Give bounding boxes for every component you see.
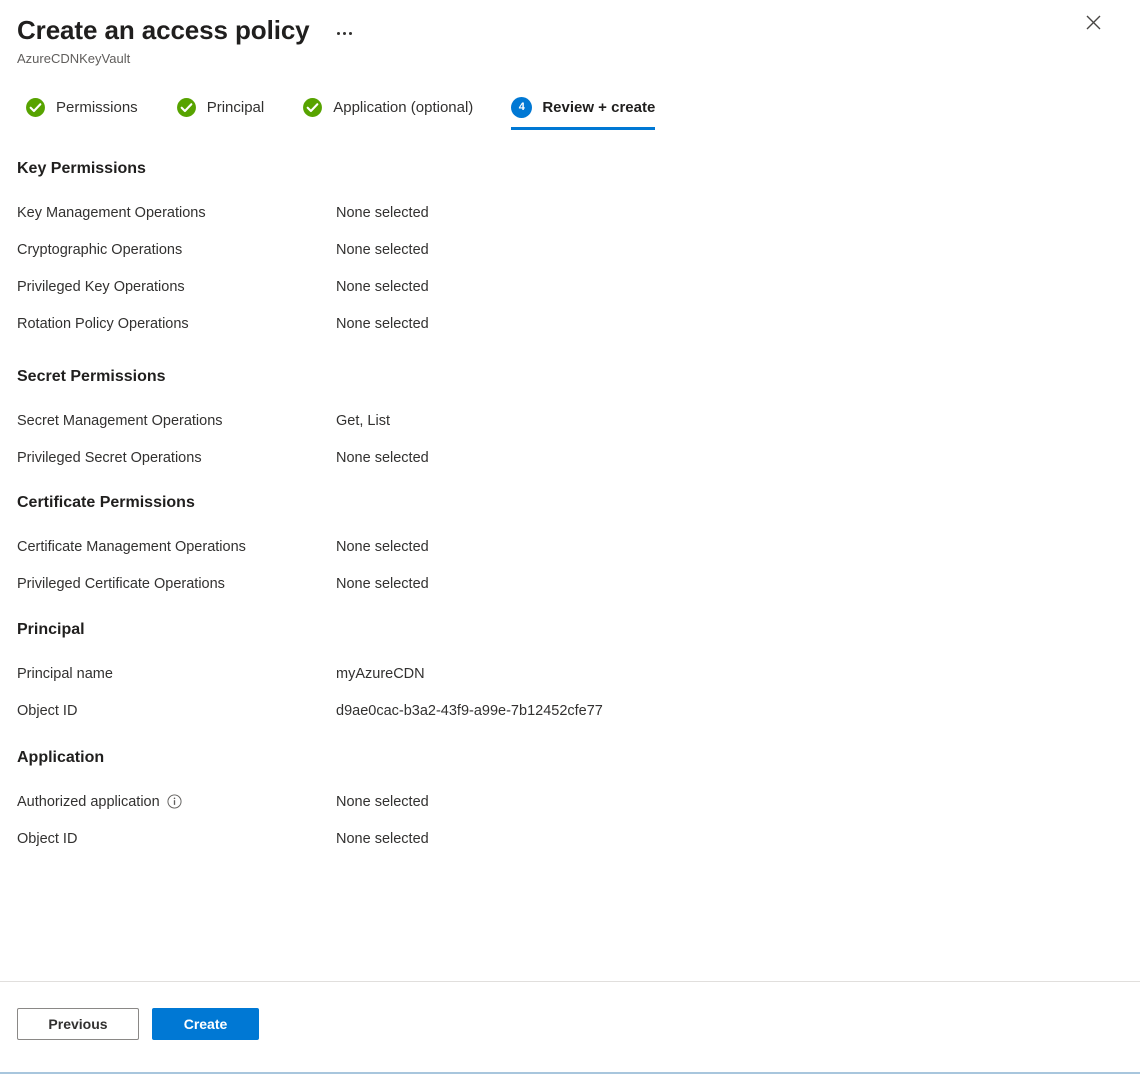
blade-subtitle: AzureCDNKeyVault — [17, 51, 131, 66]
tab-application[interactable]: Application (optional) — [298, 93, 489, 130]
summary-row: Cryptographic Operations None selected — [0, 231, 1140, 268]
row-label: Certificate Management Operations — [17, 538, 246, 555]
summary-row: Authorized application None selected — [0, 783, 1140, 820]
row-value: None selected — [336, 830, 429, 847]
row-value: None selected — [336, 575, 429, 592]
tab-review-create[interactable]: 4 Review + create — [507, 93, 671, 130]
row-label: Rotation Policy Operations — [17, 315, 189, 332]
tab-label: Principal — [206, 98, 265, 116]
row-label: Privileged Secret Operations — [17, 449, 202, 466]
section-heading: Secret Permissions — [17, 368, 166, 385]
review-content: Key Permissions Key Management Operation… — [0, 158, 1140, 857]
row-value: myAzureCDN — [336, 665, 425, 682]
section-certificate-permissions: Certificate Permissions Certificate Mana… — [0, 492, 1140, 602]
section-rows: Principal name myAzureCDN Object ID d9ae… — [0, 655, 1140, 729]
dot — [349, 31, 353, 35]
check-circle-icon — [26, 98, 45, 117]
tab-label: Permissions — [56, 98, 138, 116]
row-value: Get, List — [336, 412, 390, 429]
section-heading: Application — [17, 749, 105, 766]
summary-row: Certificate Management Operations None s… — [0, 528, 1140, 565]
section-heading: Principal — [17, 621, 85, 638]
row-label: Secret Management Operations — [17, 412, 223, 429]
close-icon[interactable] — [1079, 8, 1107, 36]
row-label: Key Management Operations — [17, 204, 206, 221]
row-value: None selected — [336, 538, 429, 555]
summary-row: Principal name myAzureCDN — [0, 655, 1140, 692]
summary-row: Privileged Certificate Operations None s… — [0, 565, 1140, 602]
row-label: Privileged Key Operations — [17, 278, 185, 295]
footer-actions: Previous Create — [0, 982, 1140, 1040]
step-number-badge: 4 — [511, 97, 533, 118]
section-rows: Authorized application None selected Obj… — [0, 783, 1140, 857]
section-key-permissions: Key Permissions Key Management Operation… — [0, 158, 1140, 342]
row-value: None selected — [336, 315, 429, 332]
wizard-tabs: Permissions Principal Application (optio… — [0, 93, 1140, 130]
summary-row: Secret Management Operations Get, List — [0, 402, 1140, 439]
tab-label: Review + create — [542, 98, 656, 116]
row-label: Authorized application — [0, 792, 336, 812]
page-title: Create an access policy — [17, 15, 310, 45]
row-label: Cryptographic Operations — [17, 241, 183, 258]
info-icon[interactable] — [167, 794, 182, 809]
more-options-icon[interactable] — [330, 20, 360, 46]
row-value: None selected — [336, 793, 429, 810]
create-access-policy-blade: Create an access policy AzureCDNKeyVault… — [0, 0, 1140, 1074]
row-value-object-id: d9ae0cac-b3a2-43f9-a99e-7b12452cfe77 — [336, 702, 603, 719]
row-value: None selected — [336, 449, 429, 466]
tab-permissions[interactable]: Permissions — [21, 93, 154, 130]
row-value: None selected — [336, 204, 429, 221]
create-button[interactable]: Create — [152, 1008, 259, 1040]
summary-row: Object ID d9ae0cac-b3a2-43f9-a99e-7b1245… — [0, 692, 1140, 729]
section-rows: Certificate Management Operations None s… — [0, 528, 1140, 602]
section-rows: Secret Management Operations Get, List P… — [0, 402, 1140, 476]
check-circle-icon — [176, 98, 196, 117]
summary-row: Rotation Policy Operations None selected — [0, 305, 1140, 342]
row-value: None selected — [336, 278, 429, 295]
summary-row: Privileged Secret Operations None select… — [0, 439, 1140, 476]
tab-label: Application (optional) — [333, 98, 474, 116]
row-label: Object ID — [17, 702, 78, 719]
section-heading: Certificate Permissions — [17, 494, 195, 511]
row-label: Principal name — [17, 665, 113, 682]
row-label: Object ID — [17, 830, 78, 847]
summary-row: Privileged Key Operations None selected — [0, 268, 1140, 305]
section-rows: Key Management Operations None selected … — [0, 194, 1140, 342]
summary-row: Object ID None selected — [0, 820, 1140, 857]
blade-footer: Previous Create — [0, 981, 1140, 1070]
section-principal: Principal Principal name myAzureCDN Obje… — [0, 619, 1140, 729]
dot — [337, 31, 341, 35]
check-circle-icon — [303, 98, 323, 117]
section-heading: Key Permissions — [17, 160, 146, 177]
dot — [343, 31, 347, 35]
previous-button[interactable]: Previous — [17, 1008, 139, 1040]
row-label: Privileged Certificate Operations — [17, 575, 225, 592]
summary-row: Key Management Operations None selected — [0, 194, 1140, 231]
row-value: None selected — [336, 241, 429, 258]
section-application: Application Authorized application None … — [0, 747, 1140, 857]
title-row: Create an access policy — [0, 14, 1140, 46]
row-label-text: Authorized application — [17, 793, 160, 810]
blade-header: Create an access policy AzureCDNKeyVault — [0, 0, 1140, 68]
section-secret-permissions: Secret Permissions Secret Management Ope… — [0, 366, 1140, 476]
tab-principal[interactable]: Principal — [172, 93, 281, 130]
